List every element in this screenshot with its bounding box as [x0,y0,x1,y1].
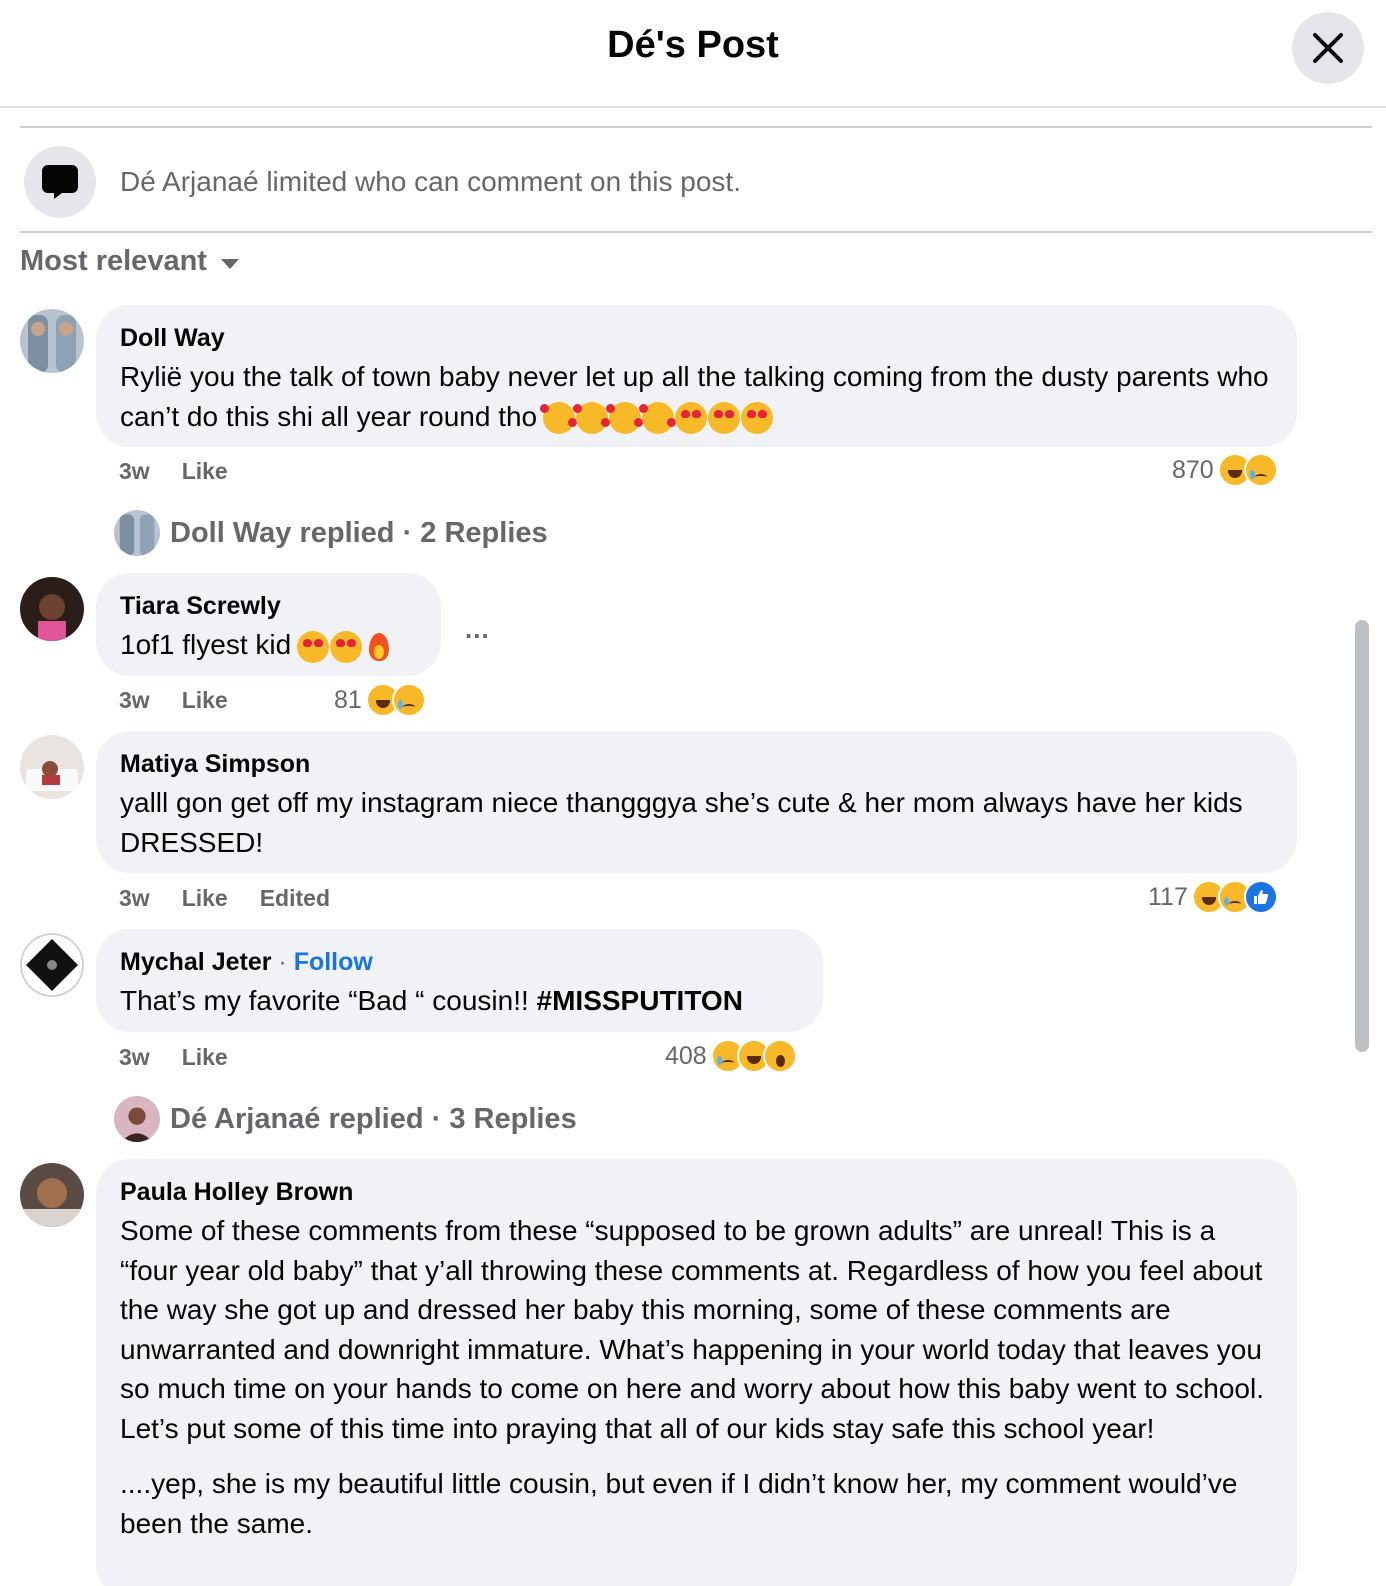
view-replies-link[interactable]: Doll Way replied · 2 Replies [114,510,548,556]
comment-author[interactable]: Tiara Screwly [120,591,417,621]
scrollbar[interactable] [1355,620,1369,1052]
comment-sort-dropdown[interactable]: Most relevant [20,245,239,278]
heart-eyes-icon [741,402,774,435]
fire-icon [363,631,395,663]
comment-author[interactable]: Matiya Simpson [120,749,1273,779]
avatar[interactable] [20,309,84,373]
comment-time[interactable]: 3w [119,687,150,714]
comment-actions: 3w Like [119,458,228,485]
comment-author[interactable]: Paula Holley Brown [120,1177,1273,1207]
comment-text: That’s my favorite “Bad “ cousin!! #MISS… [120,985,743,1016]
hashtag-link[interactable]: #MISSPUTITON [537,985,743,1016]
comment-actions: 3w Like [119,1044,228,1071]
reaction-summary[interactable]: 408 [665,1039,797,1073]
reaction-count: 870 [1172,455,1214,484]
reaction-count: 117 [1148,882,1188,911]
heart-eyes-icon [297,630,330,663]
reaction-summary[interactable]: 117 [1148,880,1278,914]
reply-avatar [114,510,160,556]
comment-limit-notice: Dé Arjanaé limited who can comment on th… [24,146,1364,218]
like-button[interactable]: Like [182,885,228,912]
reaction-summary[interactable]: 870 [1172,453,1278,487]
sad-reaction-icon [391,683,426,717]
comment-bubble-icon [24,146,96,218]
emoji-group [540,402,774,435]
comment-actions: 3w Like Edited [119,885,330,912]
sort-label: Most relevant [20,245,207,277]
comment-limit-text: Dé Arjanaé limited who can comment on th… [120,166,741,197]
comment-bubble: Mychal Jeter · Follow That’s my favorite… [96,929,823,1032]
comment-bubble: Tiara Screwly 1of1 flyest kid [96,573,441,676]
smiling-face-with-hearts-icon [606,402,644,435]
smiling-face-with-hearts-icon [540,402,578,435]
heart-eyes-icon [675,402,708,435]
reaction-count: 408 [665,1041,707,1070]
sad-reaction-icon [1243,453,1278,487]
post-header: Dé's Post [0,0,1386,108]
comment-text: Rylië you the talk of town baby never le… [120,357,1273,436]
comment-text: Some of these comments from these “suppo… [120,1215,1264,1444]
avatar[interactable] [20,577,84,641]
comment-bubble: Matiya Simpson yalll gon get off my inst… [96,731,1297,873]
divider [20,231,1372,233]
comment-time[interactable]: 3w [119,1044,150,1071]
caret-down-icon [220,258,239,269]
comment-text: 1of1 flyest kid [120,625,417,665]
comment-author[interactable]: Mychal Jeter [120,948,271,976]
comment-bubble: Doll Way Rylië you the talk of town baby… [96,305,1297,447]
avatar[interactable] [20,735,84,799]
comment-text: yalll gon get off my instagram niece tha… [120,787,1243,858]
like-button[interactable]: Like [182,458,228,485]
reply-avatar [114,1096,160,1142]
comment-time[interactable]: 3w [119,458,150,485]
avatar[interactable] [20,933,84,997]
reaction-summary[interactable]: 81 [334,683,426,717]
replies-text: Dé Arjanaé replied · 3 Replies [170,1102,577,1135]
edited-label[interactable]: Edited [260,885,330,912]
follow-button[interactable]: Follow [294,948,373,976]
more-options-button[interactable]: ... [465,614,490,645]
comment-text: ....yep, she is my beautiful little cous… [120,1468,1238,1539]
wow-reaction-icon [762,1039,797,1073]
page-title: Dé's Post [607,24,779,66]
like-button[interactable]: Like [182,687,228,714]
reaction-count: 81 [334,685,362,714]
comment-bubble: Paula Holley Brown Some of these comment… [96,1159,1297,1586]
view-replies-link[interactable]: Dé Arjanaé replied · 3 Replies [114,1096,577,1142]
comment-actions: 3w Like [119,687,228,714]
replies-text: Doll Way replied · 2 Replies [170,516,548,549]
close-button[interactable] [1292,12,1364,84]
emoji-group [297,630,395,663]
like-reaction-icon [1243,880,1278,914]
like-button[interactable]: Like [182,1044,228,1071]
heart-eyes-icon [708,402,741,435]
avatar[interactable] [20,1163,84,1227]
separator: · [271,948,294,976]
comment-author[interactable]: Doll Way [120,323,1273,353]
smiling-face-with-hearts-icon [573,402,611,435]
heart-eyes-icon [330,630,363,663]
close-icon [1313,33,1343,63]
comment-time[interactable]: 3w [119,885,150,912]
divider [20,126,1372,128]
comment-author-row: Mychal Jeter · Follow [120,947,799,977]
smiling-face-with-hearts-icon [639,402,677,435]
